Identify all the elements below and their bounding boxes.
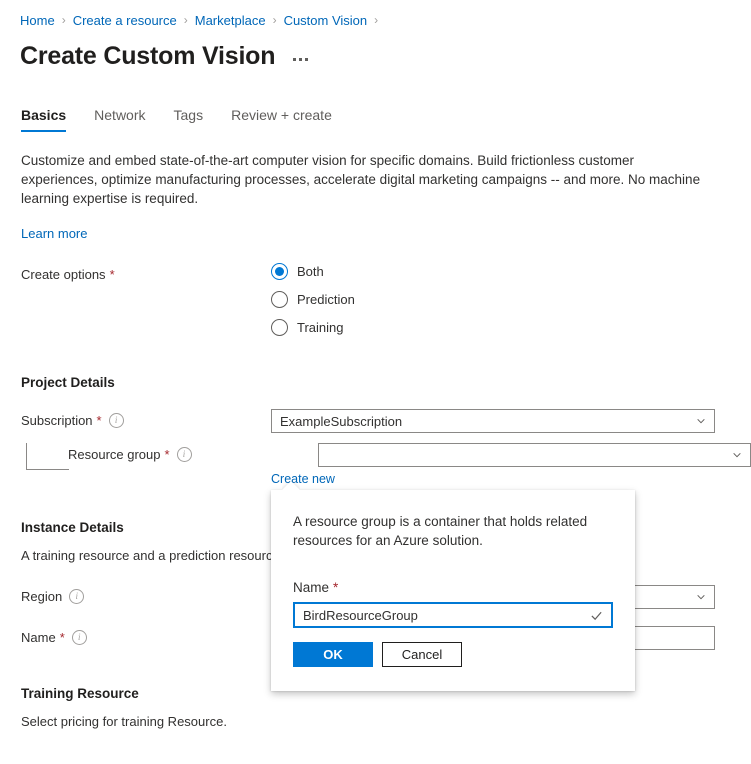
callout-name-field[interactable]: BirdResourceGroup — [293, 602, 613, 628]
radio-circle-icon — [271, 263, 288, 280]
create-options-radio-group: Both Prediction Training — [271, 263, 355, 336]
page-header: Create Custom Vision — [0, 30, 751, 71]
region-label: Region i — [21, 585, 271, 604]
required-asterisk: * — [96, 413, 102, 428]
subscription-dropdown[interactable]: ExampleSubscription — [271, 409, 715, 433]
instance-name-label: Name * i — [21, 626, 271, 645]
breadcrumb-item-marketplace[interactable]: Marketplace — [195, 13, 266, 28]
tab-network[interactable]: Network — [94, 107, 145, 132]
callout-description: A resource group is a container that hol… — [293, 514, 588, 548]
breadcrumb-separator-icon: › — [272, 13, 277, 27]
radio-circle-icon — [271, 319, 288, 336]
create-options-label: Create options * — [21, 267, 115, 282]
breadcrumb-separator-icon: › — [183, 13, 188, 27]
info-icon[interactable]: i — [108, 413, 124, 428]
learn-more-link[interactable]: Learn more — [21, 226, 87, 241]
breadcrumb: Home › Create a resource › Marketplace ›… — [0, 0, 751, 30]
breadcrumb-item-home[interactable]: Home — [20, 13, 55, 28]
radio-label: Training — [297, 320, 344, 335]
breadcrumb-item-create-a-resource[interactable]: Create a resource — [73, 13, 177, 28]
required-asterisk: * — [109, 267, 115, 282]
subscription-label: Subscription * i — [21, 409, 271, 428]
resource-group-row: Resource group * i — [0, 443, 751, 470]
chevron-down-icon — [697, 418, 705, 424]
checkmark-icon — [591, 611, 602, 620]
project-details-heading: Project Details — [21, 375, 115, 390]
callout-name-value[interactable]: BirdResourceGroup — [303, 608, 590, 623]
info-icon[interactable]: i — [176, 447, 192, 462]
subscription-value: ExampleSubscription — [280, 413, 403, 429]
info-icon[interactable]: i — [69, 589, 85, 604]
ellipsis-dot — [299, 57, 303, 61]
callout-body: A resource group is a container that hol… — [271, 490, 635, 691]
create-new-resource-group-link[interactable]: Create new — [271, 472, 335, 486]
create-resource-group-callout: A resource group is a container that hol… — [271, 490, 635, 691]
resource-group-dropdown[interactable] — [318, 443, 751, 467]
chevron-down-icon — [733, 452, 741, 458]
tab-basics[interactable]: Basics — [21, 107, 67, 132]
cancel-button[interactable]: Cancel — [382, 642, 462, 667]
page-title: Create Custom Vision — [20, 42, 276, 70]
create-options-row: Create options * Both Prediction Trainin… — [0, 263, 751, 336]
ellipsis-dot — [305, 57, 309, 61]
breadcrumb-separator-icon: › — [374, 13, 379, 27]
ok-button[interactable]: OK — [293, 642, 373, 667]
info-icon[interactable]: i — [71, 630, 87, 645]
breadcrumb-separator-icon: › — [61, 13, 66, 27]
required-asterisk: * — [333, 580, 339, 595]
breadcrumb-item-custom-vision[interactable]: Custom Vision — [284, 13, 368, 28]
required-asterisk: * — [164, 447, 170, 462]
subscription-row: Subscription * i ExampleSubscription — [0, 409, 751, 433]
callout-actions: OK Cancel — [293, 642, 613, 667]
required-asterisk: * — [59, 630, 65, 645]
callout-name-label: Name * — [293, 580, 339, 595]
radio-label: Both — [297, 264, 324, 279]
tab-bar: Basics Network Tags Review + create — [0, 107, 751, 132]
radio-option-prediction[interactable]: Prediction — [271, 291, 355, 308]
chevron-down-icon — [697, 594, 705, 600]
radio-label: Prediction — [297, 292, 355, 307]
ellipsis-dot — [293, 57, 297, 61]
callout-beak-icon — [282, 481, 300, 490]
more-options-icon[interactable] — [291, 54, 310, 65]
radio-circle-icon — [271, 291, 288, 308]
form-description: Customize and embed state-of-the-art com… — [21, 153, 701, 206]
radio-option-both[interactable]: Both — [271, 263, 355, 280]
resource-group-label: Resource group * i — [21, 443, 318, 462]
tab-tags[interactable]: Tags — [174, 107, 204, 132]
radio-option-training[interactable]: Training — [271, 319, 355, 336]
training-resource-description: Select pricing for training Resource. — [21, 714, 227, 729]
tab-review-create[interactable]: Review + create — [231, 107, 332, 132]
